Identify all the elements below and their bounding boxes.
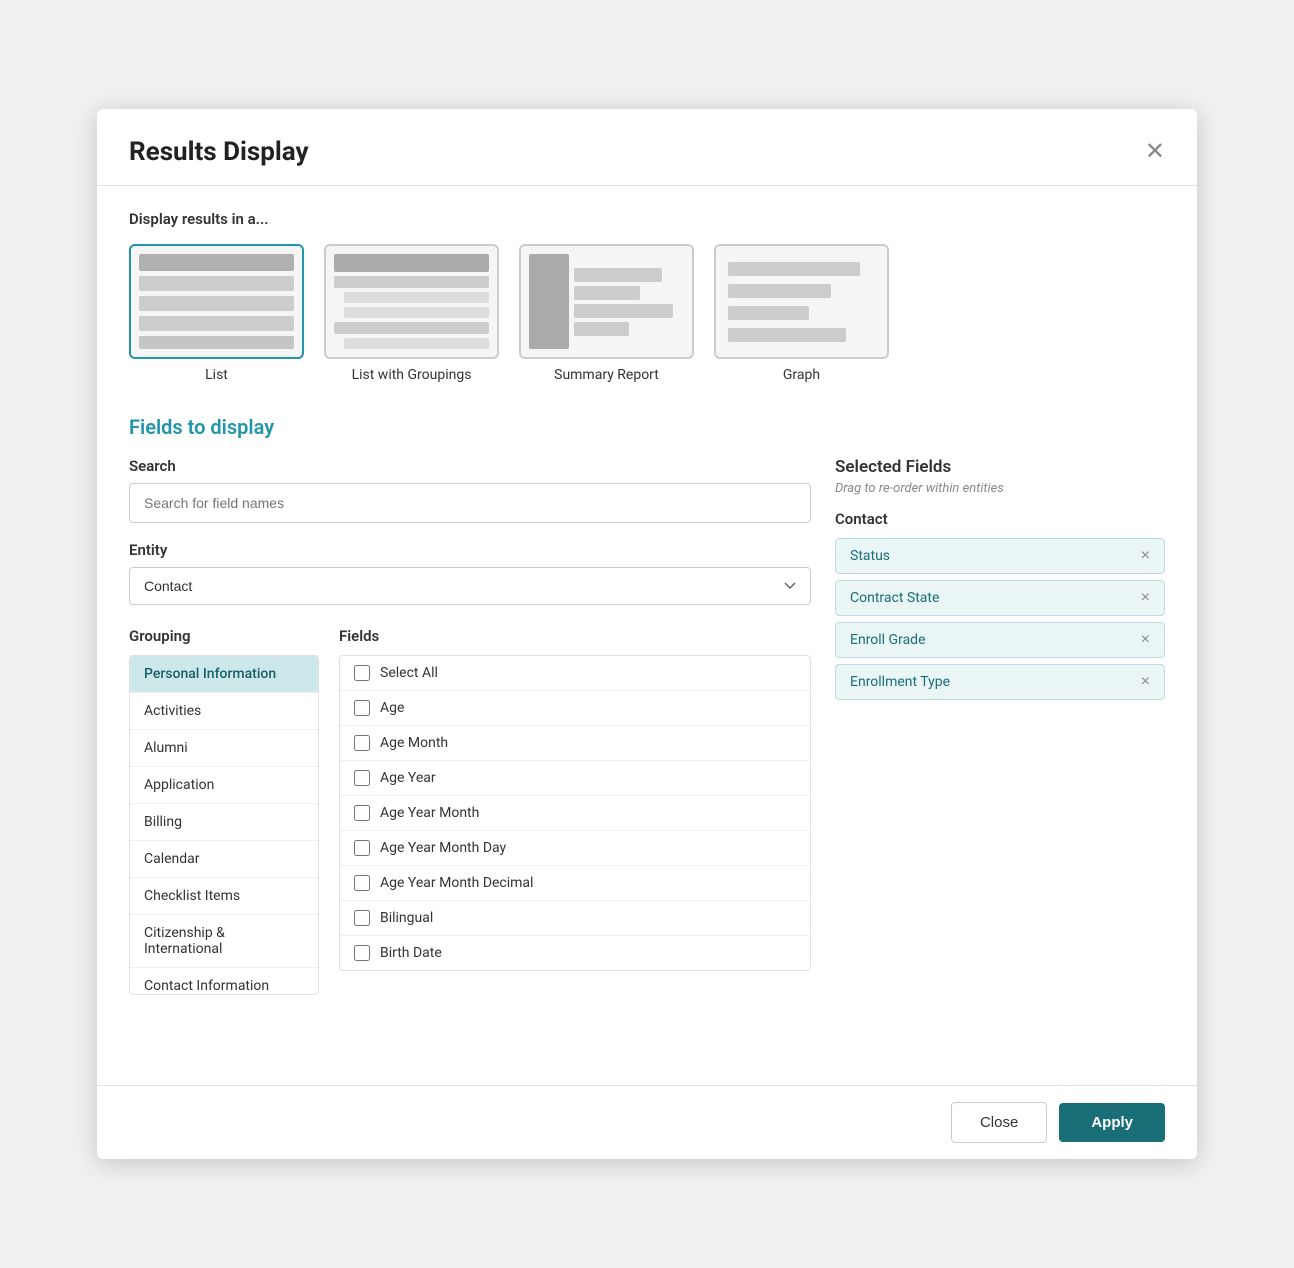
field-item-age-month[interactable]: Age Month <box>340 726 810 761</box>
remove-contract-state-button[interactable]: × <box>1141 590 1150 606</box>
grouping-list: Personal Information Activities Alumni A… <box>129 655 319 995</box>
field-label-birth-date[interactable]: Birth Date <box>380 945 442 961</box>
field-label-bilingual[interactable]: Bilingual <box>380 910 433 926</box>
grouping-item[interactable]: Alumni <box>130 730 318 767</box>
search-input[interactable] <box>129 483 811 523</box>
field-item-age-year-month[interactable]: Age Year Month <box>340 796 810 831</box>
modal-header: Results Display ✕ <box>97 109 1197 186</box>
selected-field-status-label: Status <box>850 548 890 564</box>
fields-header: Fields <box>339 627 811 645</box>
selected-field-enroll-grade-label: Enroll Grade <box>850 632 926 648</box>
field-checkbox-age-year-month-day[interactable] <box>354 840 370 856</box>
fields-to-display-title: Fields to display <box>129 415 1165 439</box>
grouping-item[interactable]: Contact Information <box>130 968 318 995</box>
field-label-age-month[interactable]: Age Month <box>380 735 448 751</box>
display-option-summary[interactable]: Summary Report <box>519 244 694 383</box>
field-item-age-year[interactable]: Age Year <box>340 761 810 796</box>
display-card-summary[interactable] <box>519 244 694 359</box>
field-item-bilingual[interactable]: Bilingual <box>340 901 810 936</box>
remove-enroll-grade-button[interactable]: × <box>1141 632 1150 648</box>
grouping-item[interactable]: Checklist Items <box>130 878 318 915</box>
grouping-header: Grouping <box>129 627 319 645</box>
display-option-list-label: List <box>205 367 228 383</box>
entity-label: Entity <box>129 541 811 559</box>
selected-field-item-enroll-grade[interactable]: Enroll Grade × <box>835 622 1165 658</box>
display-option-summary-label: Summary Report <box>554 367 659 383</box>
close-button[interactable]: ✕ <box>1145 140 1165 164</box>
selected-fields-hint: Drag to re-order within entities <box>835 481 1165 496</box>
field-item-select-all[interactable]: Select All <box>340 656 810 691</box>
field-checkbox-age-month[interactable] <box>354 735 370 751</box>
selected-field-contract-state-label: Contract State <box>850 590 939 606</box>
selected-fields-title: Selected Fields <box>835 457 1165 477</box>
grouping-item[interactable]: Citizenship & International <box>130 915 318 968</box>
results-display-modal: Results Display ✕ Display results in a..… <box>97 109 1197 1159</box>
selected-field-item-enrollment-type[interactable]: Enrollment Type × <box>835 664 1165 700</box>
field-label-age-year[interactable]: Age Year <box>380 770 436 786</box>
field-label-age-year-month-day[interactable]: Age Year Month Day <box>380 840 506 856</box>
grouping-col: Grouping Personal Information Activities… <box>129 627 319 995</box>
search-label: Search <box>129 457 811 475</box>
display-option-groupings[interactable]: List with Groupings <box>324 244 499 383</box>
field-item-age-year-month-decimal[interactable]: Age Year Month Decimal <box>340 866 810 901</box>
field-label-age-year-month[interactable]: Age Year Month <box>380 805 479 821</box>
grouping-item[interactable]: Personal Information <box>130 656 318 693</box>
display-card-groupings[interactable] <box>324 244 499 359</box>
field-item-age-year-month-day[interactable]: Age Year Month Day <box>340 831 810 866</box>
close-button[interactable]: Close <box>951 1102 1047 1143</box>
modal-footer: Close Apply <box>97 1085 1197 1159</box>
field-label-select-all[interactable]: Select All <box>380 665 438 681</box>
display-card-list[interactable] <box>129 244 304 359</box>
modal-body: Display results in a... List <box>97 186 1197 1085</box>
grouping-item[interactable]: Billing <box>130 804 318 841</box>
field-item-birth-date[interactable]: Birth Date <box>340 936 810 970</box>
selected-field-enrollment-type-label: Enrollment Type <box>850 674 950 690</box>
display-option-groupings-label: List with Groupings <box>352 367 472 383</box>
field-checkbox-age-year-month[interactable] <box>354 805 370 821</box>
modal-title: Results Display <box>129 137 309 167</box>
field-checkbox-bilingual[interactable] <box>354 910 370 926</box>
field-checkbox-age-year-month-decimal[interactable] <box>354 875 370 891</box>
grouping-item[interactable]: Application <box>130 767 318 804</box>
display-section-label: Display results in a... <box>129 210 1165 228</box>
grouping-fields-row: Grouping Personal Information Activities… <box>129 627 811 995</box>
fields-list: Select All Age Age Month <box>339 655 811 971</box>
field-checkbox-age[interactable] <box>354 700 370 716</box>
display-option-list[interactable]: List <box>129 244 304 383</box>
selected-field-item-status[interactable]: Status × <box>835 538 1165 574</box>
field-item-age[interactable]: Age <box>340 691 810 726</box>
grouping-item[interactable]: Activities <box>130 693 318 730</box>
fields-col: Fields Select All Age <box>339 627 811 995</box>
selected-field-item-contract-state[interactable]: Contract State × <box>835 580 1165 616</box>
field-label-age-year-month-decimal[interactable]: Age Year Month Decimal <box>380 875 533 891</box>
field-checkbox-birth-date[interactable] <box>354 945 370 961</box>
selected-entity-label: Contact <box>835 510 1165 528</box>
field-checkbox-age-year[interactable] <box>354 770 370 786</box>
display-options: List List with Groupings <box>129 244 1165 383</box>
field-label-age[interactable]: Age <box>380 700 404 716</box>
left-column: Search Entity Contact Application Alumni… <box>129 457 811 995</box>
grouping-item[interactable]: Calendar <box>130 841 318 878</box>
remove-status-button[interactable]: × <box>1141 548 1150 564</box>
field-checkbox-select-all[interactable] <box>354 665 370 681</box>
right-column: Selected Fields Drag to re-order within … <box>835 457 1165 995</box>
apply-button[interactable]: Apply <box>1059 1103 1165 1142</box>
entity-select[interactable]: Contact Application Alumni <box>129 567 811 605</box>
display-card-graph[interactable] <box>714 244 889 359</box>
main-columns: Search Entity Contact Application Alumni… <box>129 457 1165 995</box>
display-option-graph[interactable]: Graph <box>714 244 889 383</box>
display-option-graph-label: Graph <box>783 367 820 383</box>
remove-enrollment-type-button[interactable]: × <box>1141 674 1150 690</box>
